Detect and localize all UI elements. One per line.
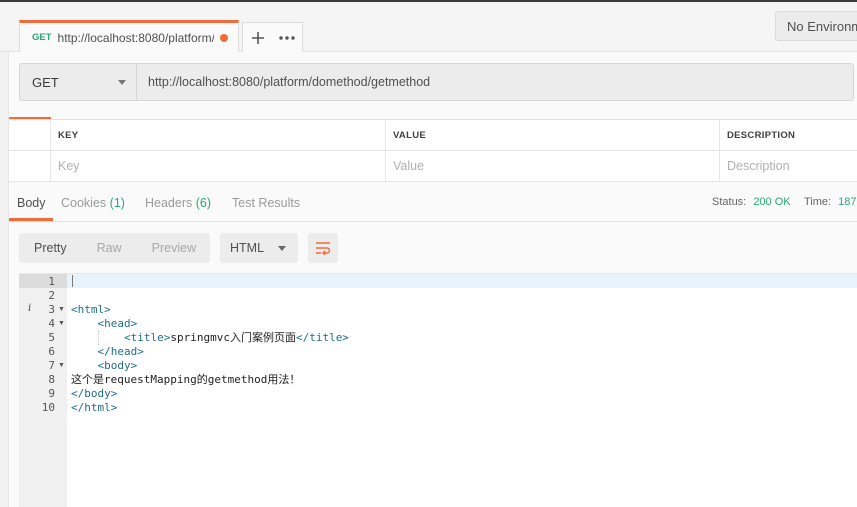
window-top-border: [0, 0, 857, 2]
tab-body[interactable]: Body: [17, 196, 46, 210]
format-select[interactable]: HTML: [220, 233, 298, 263]
method-select-value: GET: [32, 74, 59, 90]
line-number: 2: [48, 289, 55, 302]
tab-headers-label: Headers: [145, 196, 193, 210]
line-number: 4: [48, 317, 55, 330]
wrap-lines-icon: [316, 242, 331, 255]
method-select[interactable]: GET: [20, 64, 137, 100]
format-select-value: HTML: [230, 241, 265, 255]
line-number: 1: [48, 275, 55, 288]
param-value-input[interactable]: Value: [385, 151, 719, 181]
params-table: KEY VALUE DESCRIPTION Key Value Descript…: [9, 119, 857, 182]
more-tabs-button[interactable]: [273, 23, 303, 52]
tab-cookies[interactable]: Cookies (1): [61, 196, 125, 210]
caret-down-icon: [278, 245, 286, 251]
code-line: <body>: [71, 359, 138, 372]
time-value: 187: [838, 196, 857, 208]
line-number: 8: [48, 373, 55, 386]
request-tab-url: http://localhost:8080/platform/d: [57, 30, 214, 45]
time-readout: Time: 187: [804, 196, 857, 208]
wrap-lines-button[interactable]: [308, 233, 338, 263]
tab-body-label: Body: [17, 196, 46, 210]
code-line-title: <title>springmvc入门案例页面</title>: [71, 331, 349, 345]
params-header-value: VALUE: [385, 120, 719, 150]
request-url-bar: GET http://localhost:8080/platform/domet…: [19, 63, 854, 101]
status-value: 200 OK: [753, 196, 791, 208]
environment-select[interactable]: No Environm: [775, 11, 857, 41]
text-cursor: [72, 275, 73, 287]
line-number: 6: [48, 345, 55, 358]
line-number: 9: [48, 387, 55, 400]
code-line: </html>: [71, 401, 118, 414]
title-close-tag: </title>: [295, 331, 349, 344]
caret-down-icon: [118, 79, 126, 85]
new-tab-button[interactable]: [243, 23, 273, 52]
code-line: </head>: [71, 345, 144, 358]
tab-test-results[interactable]: Test Results: [232, 196, 300, 210]
tab-actions: [242, 22, 303, 52]
sidebar-edge: [0, 52, 9, 507]
request-tab-method: GET: [32, 32, 52, 43]
response-tabs: Body Cookies (1) Headers (6) Test Result…: [9, 188, 857, 222]
tab-cookies-label: Cookies: [61, 196, 107, 210]
line-number: 10: [41, 401, 55, 414]
tab-bar: GET http://localhost:8080/platform/d No …: [0, 0, 857, 52]
fold-toggle-icon[interactable]: ▼: [58, 317, 65, 331]
view-preview-button[interactable]: Preview: [152, 241, 196, 255]
unsaved-dot-icon: [220, 33, 228, 42]
param-description-input[interactable]: Description: [719, 151, 857, 181]
param-key-input[interactable]: Key: [50, 151, 385, 181]
title-text: springmvc入门案例页面: [170, 331, 296, 344]
active-line-highlight: [67, 274, 857, 288]
plus-icon: [251, 31, 264, 44]
code-line: <head>: [71, 317, 138, 330]
params-input-row: Key Value Description: [9, 151, 857, 182]
view-mode-group: Pretty Raw Preview: [19, 233, 210, 263]
params-header-row: KEY VALUE DESCRIPTION: [9, 120, 857, 151]
tab-test-results-label: Test Results: [232, 196, 301, 210]
line-number: 7: [48, 359, 55, 372]
time-label: Time:: [804, 196, 832, 208]
params-header-description: DESCRIPTION: [719, 120, 857, 150]
view-raw-button[interactable]: Raw: [97, 241, 122, 255]
body-tab-indicator: [9, 218, 53, 221]
code-line: <html>: [71, 303, 111, 316]
status-readout: Status: 200 OK: [712, 196, 791, 208]
more-dots-icon: [279, 35, 295, 40]
url-input[interactable]: http://localhost:8080/platform/domethod/…: [137, 64, 853, 100]
code-line: 这个是requestMapping的getmethod用法！: [71, 373, 301, 386]
line-number: 5: [48, 331, 55, 344]
tab-headers[interactable]: Headers (6): [145, 196, 211, 210]
request-tab[interactable]: GET http://localhost:8080/platform/d: [19, 20, 239, 52]
response-body-editor[interactable]: i 1 2 3 4 5 6 7 8 9 10 ▼ ▼ ▼ <html> <hea…: [19, 273, 857, 507]
code-line: </body>: [71, 387, 118, 400]
title-open-tag: <title>: [71, 331, 171, 344]
fold-toggle-icon[interactable]: ▼: [58, 359, 65, 373]
status-label: Status:: [712, 196, 747, 208]
tab-headers-count: (6): [195, 196, 212, 210]
tab-cookies-count: (1): [109, 196, 125, 210]
params-header-key: KEY: [50, 120, 385, 150]
line-number: 3: [48, 303, 55, 316]
fold-toggle-icon[interactable]: ▼: [58, 303, 65, 317]
view-pretty-button[interactable]: Pretty: [34, 241, 67, 255]
